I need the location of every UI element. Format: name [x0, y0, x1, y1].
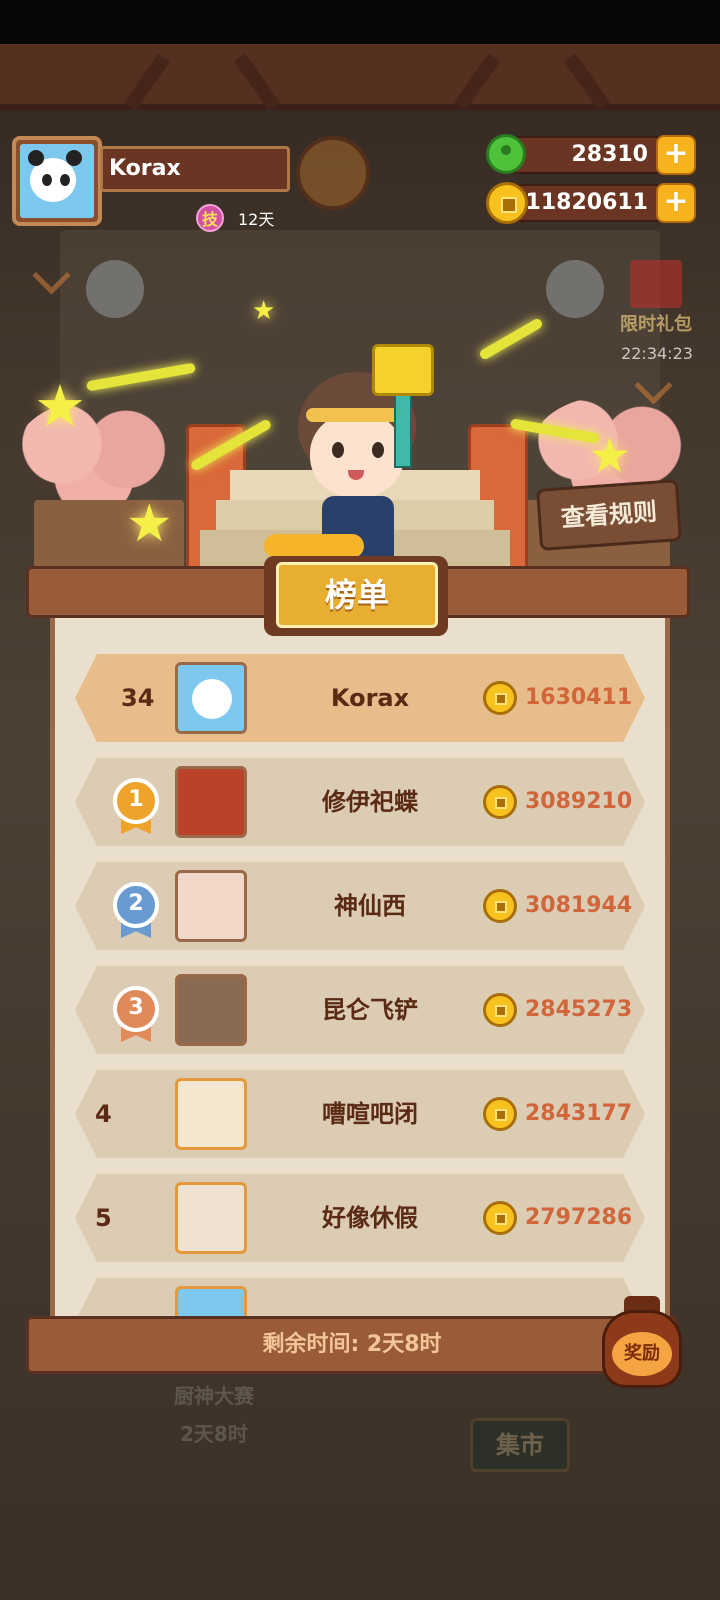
skill-badge: 技: [196, 204, 224, 232]
gift-label: 限时礼包: [620, 314, 692, 335]
player-score: 2845273: [525, 997, 633, 1022]
player-score: 3089210: [525, 789, 633, 814]
login-days: 12天: [238, 210, 275, 229]
player-avatar[interactable]: [175, 974, 247, 1046]
panda-ear: [28, 150, 44, 166]
character-scarf: [264, 534, 364, 558]
leaderboard-row: 5 好像休假 2797286: [75, 1174, 645, 1262]
leaderboard-row: 1 修伊祀蝶 3089210: [75, 758, 645, 846]
player-name: 修伊祀蝶: [322, 788, 418, 816]
player-name: 好像休假: [322, 1204, 418, 1232]
player-score: 2797286: [525, 1205, 633, 1230]
player-avatar[interactable]: [175, 1182, 247, 1254]
player-avatar[interactable]: [12, 136, 102, 226]
coin-count: 11820611: [525, 190, 648, 215]
character-eye: [332, 442, 344, 458]
my-score: 1630411: [525, 685, 633, 710]
coin-icon: [483, 889, 517, 923]
gem-count: 28310: [571, 142, 648, 167]
character-face: [310, 412, 404, 498]
coin-icon: [483, 681, 517, 715]
my-rank-row: 34 Korax 1630411: [75, 654, 645, 742]
player-name: Korax: [100, 146, 290, 192]
coin-bar: 11820611 +: [500, 183, 696, 223]
leaderboard-row-partial: [75, 1278, 645, 1318]
player-name: 昆仑飞铲: [322, 996, 418, 1024]
player-name: 神仙西: [334, 892, 406, 920]
coin-icon: [483, 1201, 517, 1235]
golden-hammer-icon: [372, 344, 434, 396]
my-avatar[interactable]: [175, 662, 247, 734]
coin-icon: [486, 182, 528, 224]
rank-number: 5: [95, 1204, 112, 1232]
character-eye: [372, 442, 384, 458]
gift-icon: [630, 260, 682, 308]
panda-eye: [42, 174, 52, 186]
add-gems-button[interactable]: +: [656, 135, 696, 175]
bronze-medal-icon: 3: [113, 986, 159, 1032]
add-coins-button[interactable]: +: [656, 183, 696, 223]
character-headband: [306, 408, 408, 422]
gem-icon: [486, 134, 526, 174]
gem-bar: 28310 +: [500, 135, 696, 175]
leaderboard-row: 2 神仙西 3081944: [75, 862, 645, 950]
rank-number: 4: [95, 1100, 112, 1128]
panda-avatar-icon: [192, 679, 232, 719]
player-avatar[interactable]: [175, 1286, 247, 1318]
view-rules-button[interactable]: 查看规则: [536, 479, 682, 551]
reward-button[interactable]: 奖励: [598, 1296, 686, 1392]
star-icon: ★: [126, 494, 173, 554]
star-icon: ★: [588, 428, 632, 484]
hammer-handle: [394, 394, 412, 468]
gold-medal-icon: 1: [113, 778, 159, 824]
player-score: 3081944: [525, 893, 633, 918]
coin-icon: [483, 993, 517, 1027]
coin-icon: [483, 1097, 517, 1131]
remaining-time: 剩余时间: 2天8时: [26, 1316, 678, 1374]
my-rank-number: 34: [121, 684, 155, 712]
leaderboard-row: 3 昆仑飞铲 2845273: [75, 966, 645, 1054]
leaderboard-row: 4 嘈喧吧闭 2843177: [75, 1070, 645, 1158]
limited-gift-pack[interactable]: 限时礼包: [608, 256, 704, 346]
my-name: Korax: [330, 684, 410, 712]
star-icon: ★: [252, 296, 276, 326]
reward-label: 奖励: [612, 1332, 672, 1376]
leaderboard-panel: 34 Korax 1630411 1 修伊祀蝶 3089210 2 神仙西 30…: [50, 618, 670, 1318]
player-avatar[interactable]: [175, 1078, 247, 1150]
flower-icon: [86, 260, 144, 318]
panda-ear: [66, 150, 82, 166]
gift-timer: 22:34:23: [621, 344, 693, 363]
star-icon: ★: [34, 372, 86, 440]
flower-icon: [546, 260, 604, 318]
panel-title: 榜单: [276, 562, 438, 628]
player-score: 2843177: [525, 1101, 633, 1126]
player-name: 嘈喧吧闭: [322, 1100, 418, 1128]
panda-eye: [60, 174, 70, 186]
coin-icon: [483, 785, 517, 819]
silver-medal-icon: 2: [113, 882, 159, 928]
top-button[interactable]: [296, 136, 370, 210]
player-avatar[interactable]: [175, 870, 247, 942]
player-avatar[interactable]: [175, 766, 247, 838]
